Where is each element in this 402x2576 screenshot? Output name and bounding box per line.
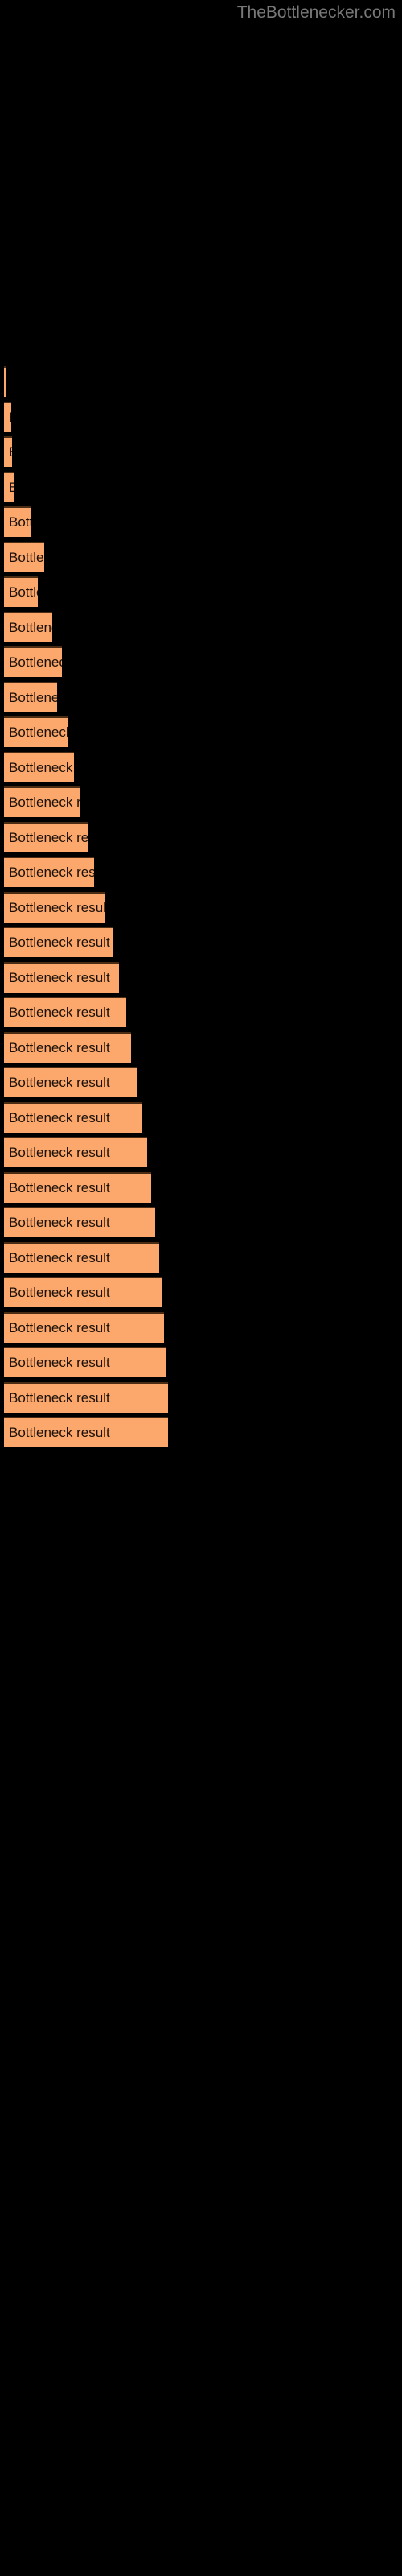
bar-bottleneck-result[interactable]: Bottleneck result [4,997,126,1027]
bottleneck-bar-chart: Bottleneck result Bottleneck result Bottle… [0,0,402,2576]
bar-label: Bottleneck result [9,1110,110,1125]
bar-bottleneck-result[interactable]: Bottleneck result [4,962,119,993]
bar-row: Bottleneck result [0,1207,402,1237]
bar-label: Bottleneck result [9,865,94,880]
bar-label: Bottleneck result [9,1425,110,1440]
bar-row: Bottleneck result [0,1277,402,1307]
bar-bottleneck-result[interactable]: Bottleneck result [4,716,68,747]
bar-label: Bottleneck result [9,830,88,845]
bar-row: Bottleneck result [0,1137,402,1167]
bar-label: Bottleneck result [9,1355,110,1370]
bar-label: Bottleneck result [9,1215,110,1230]
bar-bottleneck-result[interactable]: Bottleneck result [4,402,11,432]
bar-bottleneck-result[interactable]: Bottleneck result [4,786,80,817]
bar-bottleneck-result[interactable]: Bottleneck result [4,472,14,502]
bar-label: Bottleneck result [9,724,68,740]
bar-row: Bottleneck result [0,646,402,677]
bar-row: Bottleneck result [0,1242,402,1273]
bar-row: Bottleneck result [0,857,402,887]
bar-label: Bottleneck result [9,481,14,495]
bar-row: Bottleneck result [0,1172,402,1203]
bar-bottleneck-result[interactable]: Bottleneck result [4,1382,168,1413]
bar-row: Bottleneck result [0,542,402,572]
bar-row: Bottleneck result [0,506,402,537]
bar-label: Bottleneck result [9,411,11,425]
bar-label: Bottleneck result [9,1180,110,1195]
bar-bottleneck-result[interactable]: Bottleneck result [4,646,62,677]
page-root: TheBottlenecker.com Bottleneck resultBot… [0,0,402,2576]
bar-label: Bottleneck result [9,1040,110,1055]
bar-row: Bottleneck result [0,1102,402,1133]
bar-bottleneck-result[interactable]: Bottleneck result [4,752,74,782]
bar-label: Bottleneck result [9,1005,110,1020]
bar-label: Bottleneck result [9,514,31,530]
bar-bottleneck-result[interactable]: Bottleneck result [4,1347,166,1377]
bar-label: Bottleneck result [9,584,38,600]
bar-row: Bottleneck result [0,612,402,642]
bar-row: Bottleneck result [0,786,402,817]
bar-row: Bottleneck result [0,997,402,1027]
bar-label: Bottleneck result [9,654,62,670]
bar-row: Bottleneck result [0,892,402,923]
bar-row: Bottleneck result [0,716,402,747]
bar-label: Bottleneck result [9,1075,110,1090]
bar-bottleneck-result[interactable]: Bottleneck result [4,1137,147,1167]
bar-bottleneck-result[interactable]: Bottleneck result [4,892,105,923]
bar-row: Bottleneck result [0,436,402,467]
bar-bottleneck-result[interactable]: Bottleneck result [4,1312,164,1343]
bar-row: Bottleneck result [0,366,402,397]
bar-bottleneck-result[interactable]: Bottleneck result [4,682,57,712]
bar-bottleneck-result[interactable]: Bottleneck result [4,927,113,957]
bar-row: Bottleneck result [0,472,402,502]
bar-label: Bottleneck result [9,620,52,635]
bar-label: Bottleneck result [9,1320,110,1335]
bar-label: Bottleneck result [9,760,74,775]
bar-bottleneck-result[interactable]: Bottleneck result [4,612,52,642]
bar-label: Bottleneck result [9,1285,110,1300]
bar-bottleneck-result[interactable]: Bottleneck result [4,822,88,852]
bar-label: Bottleneck result [9,1250,110,1265]
bar-bottleneck-result[interactable]: Bottleneck result [4,576,38,607]
bar-label: Bottleneck result [9,1390,110,1406]
bar-label: Bottleneck result [9,690,57,705]
bar-bottleneck-result[interactable]: Bottleneck result [4,1102,142,1133]
bar-bottleneck-result[interactable]: Bottleneck result [4,1207,155,1237]
bar-row: Bottleneck result [0,1067,402,1097]
bar-row: Bottleneck result [0,1417,402,1447]
bar-row: Bottleneck result [0,1312,402,1343]
bar-bottleneck-result[interactable]: Bottleneck result [4,1277,162,1307]
bar-label: Bottleneck result [9,445,12,460]
bar-bottleneck-result[interactable]: Bottleneck result [4,436,12,467]
bar-bottleneck-result[interactable]: Bottleneck result [4,1417,168,1447]
bar-bottleneck-result[interactable]: Bottleneck result [4,1172,151,1203]
bar-label: Bottleneck result [9,935,110,950]
bar-row: Bottleneck result [0,576,402,607]
bar-label: Bottleneck result [9,1145,110,1160]
bar-row: Bottleneck result [0,822,402,852]
bar-bottleneck-result[interactable]: Bottleneck result [4,542,44,572]
bar-label: Bottleneck result [9,900,105,915]
bar-bottleneck-result[interactable]: Bottleneck result [4,366,6,397]
bar-bottleneck-result[interactable]: Bottleneck result [4,506,31,537]
bar-bottleneck-result[interactable]: Bottleneck result [4,857,94,887]
bar-bottleneck-result[interactable]: Bottleneck result [4,1242,159,1273]
bar-row: Bottleneck result [0,752,402,782]
bar-bottleneck-result[interactable]: Bottleneck result [4,1032,131,1063]
bar-label: Bottleneck result [9,550,44,565]
bar-row: Bottleneck result [0,962,402,993]
bar-row: Bottleneck result [0,927,402,957]
bar-bottleneck-result[interactable]: Bottleneck result [4,1067,137,1097]
bar-row: Bottleneck result [0,1382,402,1413]
bar-row: Bottleneck result [0,1347,402,1377]
bar-row: Bottleneck result [0,402,402,432]
bar-row: Bottleneck result [0,1032,402,1063]
bar-row: Bottleneck result [0,682,402,712]
bar-label: Bottleneck result [9,795,80,810]
bar-label: Bottleneck result [9,970,110,985]
